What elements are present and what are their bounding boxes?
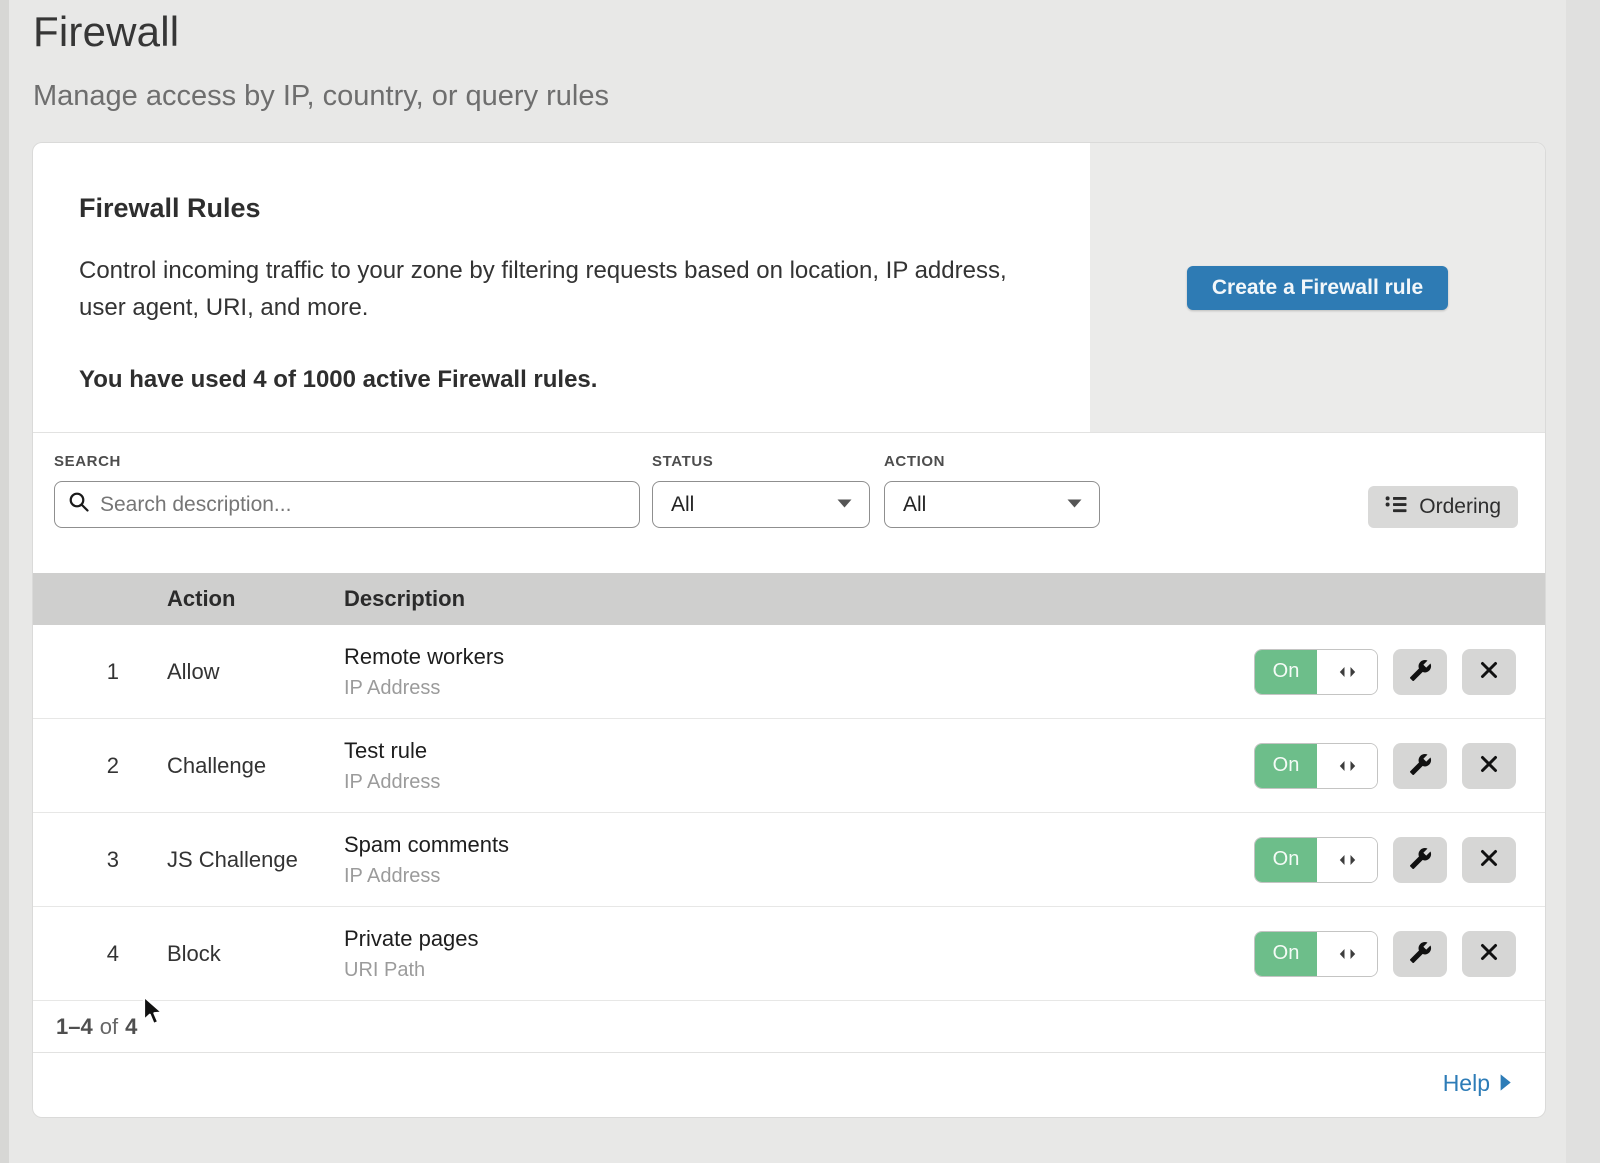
table-row: 2 Challenge Test rule IP Address On	[33, 719, 1545, 813]
toggle-on-label[interactable]: On	[1255, 838, 1317, 882]
toggle-on-label[interactable]: On	[1255, 932, 1317, 976]
ordering-button-label: Ordering	[1419, 495, 1501, 519]
chevron-down-icon	[836, 496, 853, 514]
rule-action: Allow	[167, 659, 344, 685]
toggle-arrows-icon[interactable]	[1317, 838, 1377, 882]
edit-rule-button[interactable]	[1393, 649, 1447, 695]
status-label: STATUS	[652, 453, 870, 470]
delete-rule-button[interactable]	[1462, 649, 1516, 695]
delete-rule-button[interactable]	[1462, 743, 1516, 789]
rule-priority: 1	[33, 659, 119, 685]
wrench-icon	[1409, 847, 1432, 873]
filters-bar: SEARCH STATUS All ACTION A	[33, 433, 1545, 573]
delete-rule-button[interactable]	[1462, 837, 1516, 883]
help-link-label: Help	[1443, 1070, 1490, 1097]
close-icon	[1479, 848, 1499, 871]
rule-description: Private pages	[344, 926, 1254, 952]
pagination-total: 4	[125, 1014, 137, 1040]
window-right-edge	[1566, 0, 1600, 1163]
pagination-of: of	[100, 1014, 118, 1040]
rule-priority: 2	[33, 753, 119, 779]
page-title: Firewall	[33, 8, 609, 56]
rule-controls: On	[1254, 649, 1545, 695]
rule-action: JS Challenge	[167, 847, 344, 873]
rule-priority: 3	[33, 847, 119, 873]
rule-controls: On	[1254, 743, 1545, 789]
delete-rule-button[interactable]	[1462, 931, 1516, 977]
close-icon	[1479, 754, 1499, 777]
section-title: Firewall Rules	[79, 193, 1040, 224]
status-selected-value: All	[671, 493, 694, 517]
status-select[interactable]: All	[652, 481, 870, 528]
toggle-arrows-icon[interactable]	[1317, 744, 1377, 788]
search-icon	[68, 491, 100, 518]
chevron-down-icon	[1066, 496, 1083, 514]
firewall-rules-card: Firewall Rules Control incoming traffic …	[33, 143, 1545, 1117]
section-description: Control incoming traffic to your zone by…	[79, 252, 1040, 326]
rule-enabled-toggle[interactable]: On	[1254, 931, 1378, 977]
rule-action: Challenge	[167, 753, 344, 779]
edit-rule-button[interactable]	[1393, 743, 1447, 789]
ordered-list-icon	[1385, 495, 1408, 520]
ordering-button[interactable]: Ordering	[1368, 486, 1518, 528]
usage-summary: You have used 4 of 1000 active Firewall …	[79, 366, 1040, 394]
search-filter: SEARCH	[54, 453, 640, 573]
pagination-range: 1–4	[56, 1014, 93, 1040]
card-header-text: Firewall Rules Control incoming traffic …	[33, 143, 1090, 432]
wrench-icon	[1409, 753, 1432, 779]
rule-description: Remote workers	[344, 644, 1254, 670]
search-input-wrap[interactable]	[54, 481, 640, 528]
toggle-arrows-icon[interactable]	[1317, 650, 1377, 694]
create-firewall-rule-button[interactable]: Create a Firewall rule	[1187, 266, 1448, 310]
page-subtitle: Manage access by IP, country, or query r…	[33, 80, 609, 113]
rule-controls: On	[1254, 931, 1545, 977]
card-header-section: Firewall Rules Control incoming traffic …	[33, 143, 1545, 433]
pagination: 1–4 of 4	[33, 1001, 1545, 1053]
toggle-on-label[interactable]: On	[1255, 744, 1317, 788]
edit-rule-button[interactable]	[1393, 931, 1447, 977]
window-left-edge	[0, 0, 9, 1163]
card-header-side-panel: Create a Firewall rule	[1090, 143, 1545, 432]
rule-match-type: IP Address	[344, 771, 1254, 794]
toggle-arrows-icon[interactable]	[1317, 932, 1377, 976]
table-row: 4 Block Private pages URI Path On	[33, 907, 1545, 1001]
close-icon	[1479, 660, 1499, 683]
action-selected-value: All	[903, 493, 926, 517]
action-filter: ACTION All	[884, 453, 1100, 573]
wrench-icon	[1409, 659, 1432, 685]
table-row: 3 JS Challenge Spam comments IP Address …	[33, 813, 1545, 907]
action-select[interactable]: All	[884, 481, 1100, 528]
rule-match-type: IP Address	[344, 865, 1254, 888]
action-label: ACTION	[884, 453, 1100, 470]
rule-match-type: IP Address	[344, 677, 1254, 700]
close-icon	[1479, 942, 1499, 965]
rule-priority: 4	[33, 941, 119, 967]
toggle-on-label[interactable]: On	[1255, 650, 1317, 694]
rule-enabled-toggle[interactable]: On	[1254, 837, 1378, 883]
status-filter: STATUS All	[652, 453, 870, 573]
search-input[interactable]	[100, 493, 626, 517]
rule-controls: On	[1254, 837, 1545, 883]
page-header: Firewall Manage access by IP, country, o…	[33, 8, 609, 113]
table-header-row: Action Description	[33, 573, 1545, 625]
help-row: Help	[33, 1053, 1545, 1114]
wrench-icon	[1409, 941, 1432, 967]
description-column-header: Description	[344, 586, 1545, 612]
search-label: SEARCH	[54, 453, 640, 470]
edit-rule-button[interactable]	[1393, 837, 1447, 883]
help-link[interactable]: Help	[1443, 1070, 1512, 1097]
caret-right-icon	[1499, 1070, 1512, 1097]
rule-match-type: URI Path	[344, 959, 1254, 982]
table-row: 1 Allow Remote workers IP Address On	[33, 625, 1545, 719]
action-column-header: Action	[167, 586, 344, 612]
rule-description: Spam comments	[344, 832, 1254, 858]
rule-enabled-toggle[interactable]: On	[1254, 649, 1378, 695]
rule-description: Test rule	[344, 738, 1254, 764]
rule-enabled-toggle[interactable]: On	[1254, 743, 1378, 789]
rule-action: Block	[167, 941, 344, 967]
